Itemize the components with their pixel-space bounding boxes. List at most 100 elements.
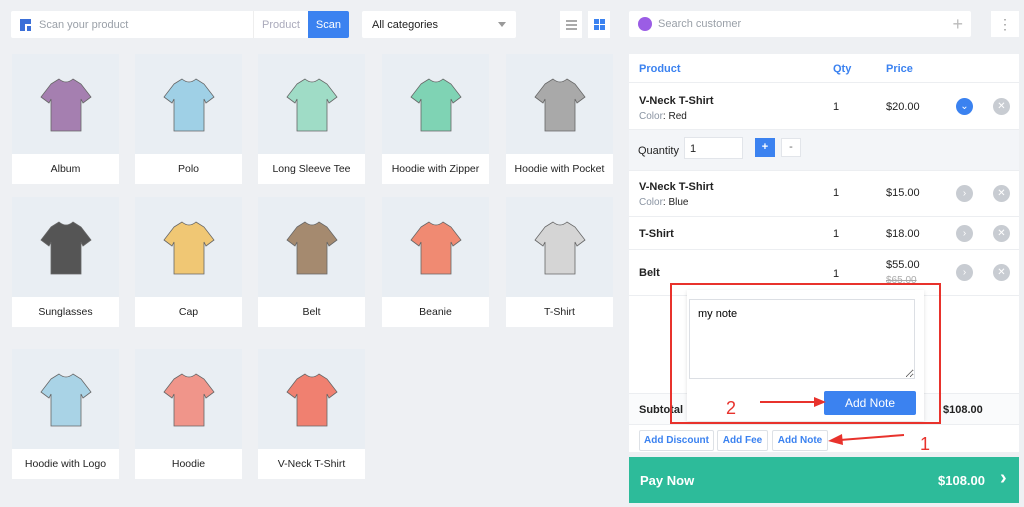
add-customer-icon[interactable]: + [952, 14, 963, 35]
product-mode-button[interactable]: Product [253, 11, 308, 38]
annotation-arrow-2 [760, 397, 826, 407]
attr-value: Blue [668, 197, 689, 208]
expand-chevron-icon[interactable]: › [956, 264, 973, 281]
header-product: Product [639, 63, 681, 75]
product-tile[interactable]: T-Shirt [506, 197, 613, 327]
list-view-button[interactable] [560, 11, 582, 38]
product-image [12, 197, 119, 297]
product-label: Hoodie with Pocket [514, 163, 605, 175]
beanie-icon [409, 221, 462, 275]
scan-bar: Scan your product Product Scan [11, 11, 349, 38]
hoodie-icon [162, 373, 215, 427]
item-qty: 1 [833, 228, 840, 240]
item-price: $18.00 [886, 228, 920, 240]
product-image [135, 197, 242, 297]
item-attr: Color: Blue [639, 197, 689, 208]
product-tile[interactable]: Beanie [382, 197, 489, 327]
pay-total: $108.00 [938, 473, 985, 488]
attr-label: Color [639, 197, 663, 208]
remove-icon[interactable]: ✕ [993, 98, 1010, 115]
pay-now-button[interactable]: Pay Now $108.00 › [629, 457, 1019, 503]
decrease-button[interactable]: - [781, 138, 801, 157]
remove-icon[interactable]: ✕ [993, 185, 1010, 202]
product-label: T-Shirt [544, 306, 575, 318]
product-image [258, 197, 365, 297]
product-tile[interactable]: Belt [258, 197, 365, 327]
product-tile[interactable]: Polo [135, 54, 242, 184]
cart-row[interactable]: V-Neck T-Shirt Color: Blue 1 $15.00 › ✕ [629, 171, 1019, 217]
item-name: V-Neck T-Shirt [639, 181, 714, 193]
product-label: Album [50, 163, 81, 175]
product-label: Hoodie with Zipper [391, 163, 480, 175]
vneck-icon [285, 373, 338, 427]
item-name: T-Shirt [639, 228, 674, 240]
subtotal-value: $108.00 [943, 404, 983, 416]
product-label: Sunglasses [38, 306, 93, 318]
product-tile[interactable]: Hoodie with Logo [12, 349, 119, 479]
product-tile[interactable]: Hoodie with Zipper [382, 54, 489, 184]
product-image [135, 349, 242, 449]
annotation-number-1: 1 [920, 434, 931, 454]
customer-search[interactable]: Search customer + [629, 11, 971, 37]
collapse-chevron-icon[interactable]: ⌄ [956, 98, 973, 115]
scan-input[interactable]: Scan your product [39, 19, 253, 31]
product-label: Hoodie with Logo [24, 458, 107, 470]
product-image [382, 54, 489, 154]
category-value: All categories [372, 18, 439, 31]
quantity-input[interactable]: 1 [684, 137, 743, 159]
remove-icon[interactable]: ✕ [993, 225, 1010, 242]
product-tile[interactable]: Cap [135, 197, 242, 327]
album-icon [39, 78, 92, 132]
long-sleeve-icon [285, 78, 338, 132]
expand-chevron-icon[interactable]: › [956, 225, 973, 242]
customer-search-input[interactable]: Search customer [658, 18, 952, 30]
more-vertical-icon: ⋮ [998, 16, 1012, 32]
product-tile[interactable]: Album [12, 54, 119, 184]
product-image [506, 197, 613, 297]
product-tile[interactable]: Hoodie [135, 349, 242, 479]
item-name: Belt [639, 267, 660, 279]
product-tile[interactable]: Sunglasses [12, 197, 119, 327]
tshirt-icon [533, 221, 586, 275]
annotation-arrow-1 [828, 434, 905, 445]
product-image [12, 349, 119, 449]
list-icon [565, 19, 577, 30]
increase-button[interactable]: + [755, 138, 775, 157]
product-tile[interactable]: Hoodie with Pocket [506, 54, 613, 184]
item-price: $15.00 [886, 187, 920, 199]
item-price: $20.00 [886, 101, 920, 113]
product-tile[interactable]: Long Sleeve Tee [258, 54, 365, 184]
item-qty: 1 [833, 187, 840, 199]
item-attr: Color: Red [639, 111, 687, 122]
product-label: Cap [178, 306, 199, 318]
category-select[interactable]: All categories [362, 11, 516, 38]
expand-chevron-icon[interactable]: › [956, 185, 973, 202]
chevron-down-icon [498, 22, 506, 27]
attr-value: Red [668, 111, 687, 122]
product-image [135, 54, 242, 154]
scan-button[interactable]: Scan [307, 11, 349, 38]
cart-row[interactable]: V-Neck T-Shirt Color: Red 1 $20.00 ⌄ ✕ [629, 83, 1019, 130]
product-label: Long Sleeve Tee [272, 163, 351, 175]
add-note-button[interactable]: Add Note [772, 430, 828, 451]
product-image [506, 54, 613, 154]
item-qty: 1 [833, 268, 840, 280]
quantity-label: Quantity [638, 145, 679, 157]
attr-label: Color [639, 111, 663, 122]
polo-icon [162, 78, 215, 132]
product-label: Hoodie [171, 458, 206, 470]
pay-label: Pay Now [640, 473, 695, 488]
hoodie-pocket-icon [533, 78, 586, 132]
grid-view-button[interactable] [588, 11, 610, 38]
add-fee-button[interactable]: Add Fee [717, 430, 768, 451]
product-tile[interactable]: V-Neck T-Shirt [258, 349, 365, 479]
add-discount-button[interactable]: Add Discount [639, 430, 714, 451]
barcode-scan-icon [20, 18, 31, 31]
remove-icon[interactable]: ✕ [993, 264, 1010, 281]
item-price: $55.00 [886, 259, 920, 271]
hoodie-zipper-icon [409, 78, 462, 132]
cart-header: Product Qty Price [629, 54, 1019, 83]
cart-row[interactable]: T-Shirt 1 $18.00 › ✕ [629, 217, 1019, 250]
item-name: V-Neck T-Shirt [639, 95, 714, 107]
more-menu-button[interactable]: ⋮ [991, 11, 1019, 37]
